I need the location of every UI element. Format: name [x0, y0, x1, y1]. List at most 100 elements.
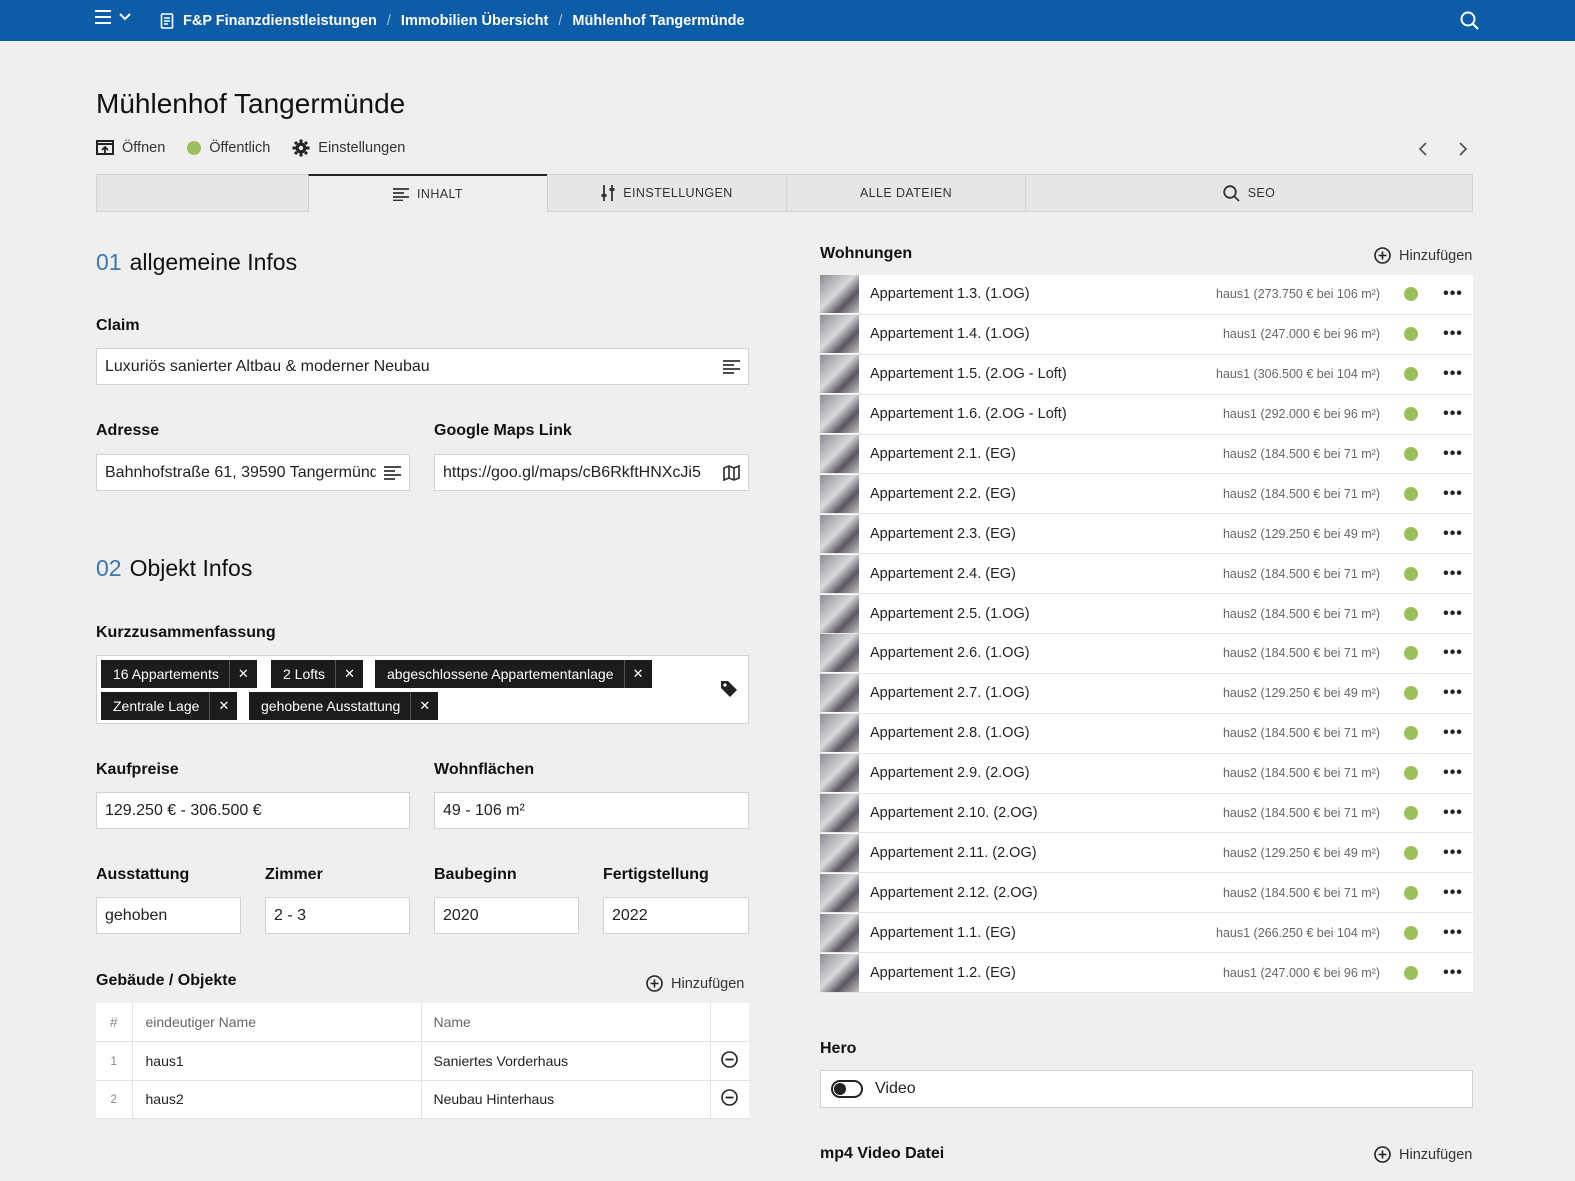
breadcrumb-overview[interactable]: Immobilien Übersicht — [401, 13, 548, 29]
previous-page-button[interactable] — [1418, 140, 1428, 161]
apartment-thumbnail — [820, 435, 859, 473]
main-menu-button[interactable] — [95, 10, 131, 24]
column-header-actions — [710, 1003, 749, 1042]
next-page-button[interactable] — [1458, 140, 1468, 161]
more-options-icon[interactable]: ••• — [1443, 764, 1463, 782]
area-field[interactable]: 49 - 106 m² — [434, 792, 749, 829]
maps-value: https://goo.gl/maps/cB6RkftHNXcJi5 — [443, 463, 701, 481]
apartment-row[interactable]: Appartement 2.8. (1.OG) haus2 (184.500 € … — [820, 713, 1473, 754]
price-label: Kaufpreise — [96, 761, 179, 778]
apartment-row[interactable]: Appartement 2.7. (1.OG) haus2 (129.250 € … — [820, 673, 1473, 714]
more-options-icon[interactable]: ••• — [1443, 565, 1463, 583]
rooms-field[interactable]: 2 - 3 — [265, 897, 410, 934]
more-options-icon[interactable]: ••• — [1443, 684, 1463, 702]
tag-icon — [721, 681, 737, 697]
apartment-row[interactable]: Appartement 1.4. (1.OG) haus1 (247.000 € … — [820, 314, 1473, 355]
more-options-icon[interactable]: ••• — [1443, 285, 1463, 303]
apartment-row[interactable]: Appartement 1.3. (1.OG) haus1 (273.750 € … — [820, 275, 1473, 315]
apartment-name: Appartement 2.1. (EG) — [870, 446, 1016, 462]
equipment-value: gehoben — [105, 906, 168, 924]
add-label: Hinzufügen — [1399, 247, 1473, 264]
more-options-icon[interactable]: ••• — [1443, 325, 1463, 343]
remove-tag-icon[interactable]: ✕ — [623, 660, 652, 688]
remove-row-button[interactable] — [710, 1080, 749, 1119]
more-options-icon[interactable]: ••• — [1443, 644, 1463, 662]
add-video-button[interactable]: Hinzufügen — [1374, 1146, 1472, 1163]
tab-label: SEO — [1247, 186, 1276, 200]
claim-field[interactable]: Luxuriös sanierter Altbau & moderner Neu… — [96, 348, 749, 385]
open-label: Öffnen — [122, 140, 166, 156]
more-options-icon[interactable]: ••• — [1443, 804, 1463, 822]
breadcrumb-company[interactable]: F&P Finanzdienstleistungen — [183, 13, 377, 29]
remove-tag-icon[interactable]: ✕ — [209, 692, 237, 720]
tab-inhalt[interactable]: INHALT — [308, 174, 547, 212]
tab-alle-dateien[interactable]: ALLE DATEIEN — [786, 175, 1025, 211]
search-button[interactable] — [1460, 11, 1479, 35]
price-field[interactable]: 129.250 € - 306.500 € — [96, 792, 410, 829]
more-options-icon[interactable]: ••• — [1443, 844, 1463, 862]
construction-start-field[interactable]: 2020 — [434, 897, 579, 934]
apartment-name: Appartement 1.3. (1.OG) — [870, 286, 1030, 303]
apartment-row[interactable]: Appartement 1.5. (2.OG - Loft) haus1 (306… — [820, 354, 1473, 395]
completion-field[interactable]: 2022 — [603, 897, 749, 934]
apartment-thumbnail — [820, 594, 859, 633]
tag-label: Zentrale Lage — [113, 698, 200, 714]
summary-tag-input[interactable]: 16 Appartements ✕ 2 Lofts ✕ abgeschlossene… — [96, 655, 749, 724]
status-dot-icon — [1404, 646, 1418, 661]
more-options-icon[interactable]: ••• — [1443, 365, 1463, 383]
apartment-row[interactable]: Appartement 2.4. (EG) haus2 (184.500 € be… — [820, 554, 1473, 595]
settings-button[interactable]: Einstellungen — [292, 139, 405, 157]
more-options-icon[interactable]: ••• — [1443, 525, 1463, 543]
more-options-icon[interactable]: ••• — [1443, 724, 1463, 742]
apartment-row[interactable]: Appartement 2.10. (2.OG) haus2 (184.500 €… — [820, 793, 1473, 834]
breadcrumb-current[interactable]: Mühlenhof Tangermünde — [572, 13, 744, 29]
add-building-button[interactable]: Hinzufügen — [646, 975, 744, 992]
apartment-row[interactable]: Appartement 2.9. (2.OG) haus2 (184.500 € … — [820, 753, 1473, 794]
apartment-row[interactable]: Appartement 2.1. (EG) haus2 (184.500 € be… — [820, 434, 1473, 475]
apartment-row[interactable]: Appartement 1.2. (EG) haus1 (247.000 € be… — [820, 953, 1473, 994]
area-label: Wohnflächen — [434, 761, 535, 778]
apartment-thumbnail — [820, 554, 859, 593]
apartment-row[interactable]: Appartement 2.3. (EG) haus2 (129.250 € be… — [820, 514, 1473, 555]
remove-tag-icon[interactable]: ✕ — [410, 692, 438, 720]
apartment-row[interactable]: Appartement 2.2. (EG) haus2 (184.500 € be… — [820, 474, 1473, 515]
open-button[interactable]: Öffnen — [96, 139, 165, 157]
building-id-cell[interactable]: haus2 — [132, 1080, 422, 1119]
equipment-field[interactable]: gehoben — [96, 897, 241, 934]
more-options-icon[interactable]: ••• — [1443, 924, 1463, 942]
address-field[interactable]: Bahnhofstraße 61, 39590 Tangermünde — [96, 454, 410, 491]
maps-link-field[interactable]: https://goo.gl/maps/cB6RkftHNXcJi5 — [434, 454, 749, 491]
video-toggle[interactable] — [831, 1080, 863, 1098]
more-options-icon[interactable]: ••• — [1443, 405, 1463, 423]
address-label: Adresse — [96, 422, 160, 439]
apartment-row[interactable]: Appartement 2.6. (1.OG) haus2 (184.500 € … — [820, 634, 1473, 674]
more-options-icon[interactable]: ••• — [1443, 884, 1463, 902]
address-value: Bahnhofstraße 61, 39590 Tangermünde — [105, 463, 376, 481]
more-options-icon[interactable]: ••• — [1443, 964, 1463, 982]
apartment-thumbnail — [820, 514, 859, 553]
apartment-thumbnail — [820, 315, 859, 354]
tab-einstellungen[interactable]: EINSTELLUNGEN — [547, 175, 786, 211]
building-id-cell[interactable]: haus1 — [132, 1041, 422, 1081]
more-options-icon[interactable]: ••• — [1443, 605, 1463, 623]
column-header: # — [96, 1003, 133, 1042]
apartment-row[interactable]: Appartement 1.6. (2.OG - Loft) haus1 (292… — [820, 394, 1473, 435]
apartment-meta: haus1 (266.250 € bei 104 m²) — [1216, 925, 1380, 940]
apartment-row[interactable]: Appartement 1.1. (EG) haus1 (266.250 € be… — [820, 913, 1473, 954]
apartment-row[interactable]: Appartement 2.12. (2.OG) haus2 (184.500 €… — [820, 873, 1473, 914]
apartment-name: Appartement 1.4. (1.OG) — [870, 326, 1030, 343]
more-options-icon[interactable]: ••• — [1443, 485, 1463, 503]
building-name-cell[interactable]: Saniertes Vorderhaus — [421, 1041, 711, 1081]
apartment-row[interactable]: Appartement 2.11. (2.OG) haus2 (129.250 €… — [820, 833, 1473, 874]
building-name-cell[interactable]: Neubau Hinterhaus — [421, 1080, 711, 1119]
apartment-row[interactable]: Appartement 2.5. (1.OG) haus2 (184.500 € … — [820, 594, 1473, 635]
tag-label: 2 Lofts — [283, 666, 326, 682]
status-toggle[interactable]: Öffentlich — [187, 140, 270, 156]
remove-tag-icon[interactable]: ✕ — [228, 660, 257, 688]
tag-label: abgeschlossene Appartementanlage — [387, 666, 614, 682]
remove-tag-icon[interactable]: ✕ — [335, 660, 363, 688]
tab-seo[interactable]: SEO — [1025, 175, 1472, 211]
more-options-icon[interactable]: ••• — [1443, 445, 1463, 463]
remove-row-button[interactable] — [710, 1041, 749, 1081]
add-apartment-button[interactable]: Hinzufügen — [1374, 247, 1472, 264]
